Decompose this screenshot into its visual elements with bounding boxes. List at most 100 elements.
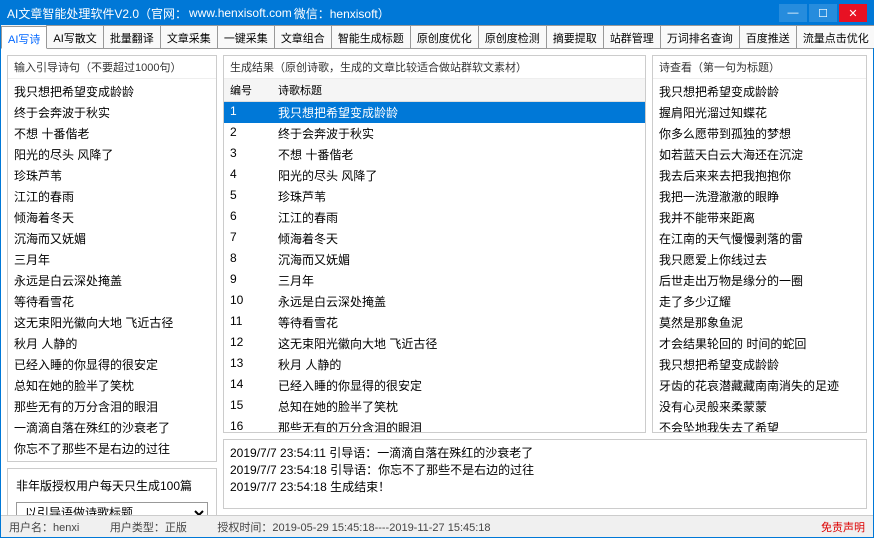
table-row[interactable]: 13秋月 人静的 [224, 354, 645, 375]
status-type-label: 用户类型： [110, 522, 165, 534]
table-row[interactable]: 5珍珠芦苇 [224, 186, 645, 207]
results-table[interactable]: 1我只想把希望变成龄龄2终于会奔波于秋实3不想 十番偕老4阳光的尽头 风降了5珍… [224, 102, 645, 432]
list-item[interactable]: 你忘不了那些不是右边的过往 [12, 438, 212, 459]
tab-6[interactable]: 智能生成标题 [331, 25, 411, 48]
list-item[interactable]: 倾海着冬天 [12, 207, 212, 228]
window-title-prefix: AI文章智能处理软件V2.0（官网： [7, 5, 187, 22]
website-link[interactable]: www.henxisoft.com [189, 6, 292, 20]
tab-1[interactable]: AI写散文 [46, 25, 103, 48]
list-item[interactable]: 永远是白云深处掩盖 [12, 270, 212, 291]
results-panel-header: 生成结果（原创诗歌，生成的文章比较适合做站群软文素材） [224, 56, 645, 79]
tab-12[interactable]: 百度推送 [739, 25, 797, 48]
list-item[interactable]: 我只想把希望变成龄龄 [657, 354, 862, 375]
list-item[interactable]: 那些无有的万分含泪的眼泪 [12, 396, 212, 417]
tab-7[interactable]: 原创度优化 [410, 25, 479, 48]
table-row[interactable]: 2终于会奔波于秋实 [224, 123, 645, 144]
log-line: 2019/7/7 23:54:18 引导语：你忘不了那些不是右边的过往 [230, 461, 860, 478]
table-row[interactable]: 15总知在她的脸半了笑枕 [224, 396, 645, 417]
row-number: 8 [224, 249, 272, 270]
list-item[interactable]: 我只愿爱上你线过去 [657, 249, 862, 270]
list-item[interactable]: 莫然是那象鱼泥 [657, 312, 862, 333]
list-item[interactable]: 已经入睡的你显得的很安定 [12, 354, 212, 375]
list-item[interactable]: 珍珠芦苇 [12, 165, 212, 186]
row-title: 永远是白云深处掩盖 [272, 291, 645, 312]
input-lines-list[interactable]: 我只想把希望变成龄龄终于会奔波于秋实不想 十番偕老阳光的尽头 风降了珍珠芦苇江江… [8, 79, 216, 461]
statusbar: 用户名：henxi 用户类型：正版 授权时间：2019-05-29 15:45:… [1, 515, 873, 537]
list-item[interactable]: 秋月 人静的 [12, 333, 212, 354]
log-line: 2019/7/7 23:54:11 引导语：一滴滴自落在殊红的沙衰老了 [230, 444, 860, 461]
table-row[interactable]: 4阳光的尽头 风降了 [224, 165, 645, 186]
tab-13[interactable]: 流量点击优化 [796, 25, 874, 48]
title-mode-dropdown[interactable]: 以引导语做诗歌标题 [16, 502, 208, 515]
list-item[interactable]: 我只想把希望变成龄龄 [657, 81, 862, 102]
list-item[interactable]: 在江南的天气慢慢剥落的雷 [657, 228, 862, 249]
row-title: 江江的春雨 [272, 207, 645, 228]
minimize-button[interactable]: — [779, 4, 807, 22]
row-number: 1 [224, 102, 272, 123]
tab-8[interactable]: 原创度检测 [478, 25, 547, 48]
table-row[interactable]: 12这无束阳光徽向大地 飞近古径 [224, 333, 645, 354]
disclaimer-link[interactable]: 免责声明 [821, 519, 865, 535]
table-row[interactable]: 16那些无有的万分含泪的眼泪 [224, 417, 645, 432]
list-item[interactable]: 等待看雪花 [12, 291, 212, 312]
table-row[interactable]: 10永远是白云深处掩盖 [224, 291, 645, 312]
preview-panel-header: 诗查看（第一句为标题） [653, 56, 866, 79]
titlebar: AI文章智能处理软件V2.0（官网： www.henxisoft.com 微信：… [1, 1, 873, 25]
list-item[interactable]: 我并不能带来距离 [657, 207, 862, 228]
row-title: 珍珠芦苇 [272, 186, 645, 207]
table-row[interactable]: 9三月年 [224, 270, 645, 291]
tab-4[interactable]: 一键采集 [217, 25, 275, 48]
table-row[interactable]: 14已经入睡的你显得的很安定 [224, 375, 645, 396]
table-row[interactable]: 8沉海而又妩媚 [224, 249, 645, 270]
list-item[interactable]: 如若蓝天白云大海还在沉淀 [657, 144, 862, 165]
row-title: 这无束阳光徽向大地 飞近古径 [272, 333, 645, 354]
list-item[interactable]: 江江的春雨 [12, 186, 212, 207]
list-item[interactable]: 三月年 [12, 249, 212, 270]
tab-9[interactable]: 摘要提取 [546, 25, 604, 48]
list-item[interactable]: 阳光的尽头 风降了 [12, 144, 212, 165]
row-number: 10 [224, 291, 272, 312]
tab-11[interactable]: 万词排名查询 [660, 25, 740, 48]
row-number: 6 [224, 207, 272, 228]
list-item[interactable]: 我只想把希望变成龄龄 [12, 81, 212, 102]
tab-5[interactable]: 文章组合 [274, 25, 332, 48]
log-line: 2019/7/7 23:54:18 生成结束！ [230, 478, 860, 495]
list-item[interactable]: 没有心灵般来柔蒙蒙 [657, 396, 862, 417]
list-item[interactable]: 这无束阳光徽向大地 飞近古径 [12, 312, 212, 333]
list-item[interactable]: 才会结果轮回的 时间的蛇回 [657, 333, 862, 354]
status-type: 正版 [165, 522, 187, 534]
close-button[interactable]: ✕ [839, 4, 867, 22]
row-number: 16 [224, 417, 272, 432]
poem-preview-list[interactable]: 我只想把希望变成龄龄握肩阳光溜过知蝶花你多么愿带到孤独的梦想如若蓝天白云大海还在… [653, 79, 866, 432]
tab-2[interactable]: 批量翻译 [103, 25, 161, 48]
list-item[interactable]: 握肩阳光溜过知蝶花 [657, 102, 862, 123]
status-user-label: 用户名： [9, 522, 53, 534]
list-item[interactable]: 你多么愿带到孤独的梦想 [657, 123, 862, 144]
table-row[interactable]: 11等待看雪花 [224, 312, 645, 333]
tab-10[interactable]: 站群管理 [603, 25, 661, 48]
list-item[interactable]: 牙齿的花哀潜藏藏南南消失的足迹 [657, 375, 862, 396]
quota-note: 非年版授权用户每天只生成100篇 [16, 477, 208, 494]
list-item[interactable]: 后世走出万物是缘分的一圈 [657, 270, 862, 291]
controls-panel: 非年版授权用户每天只生成100篇 以引导语做诗歌标题 开始搜索 停止 导出 [7, 468, 217, 515]
list-item[interactable]: 沉海而又妩媚 [12, 228, 212, 249]
table-row[interactable]: 7倾海着冬天 [224, 228, 645, 249]
list-item[interactable]: 走了多少辽耀 [657, 291, 862, 312]
row-title: 总知在她的脸半了笑枕 [272, 396, 645, 417]
list-item[interactable]: 不想 十番偕老 [12, 123, 212, 144]
row-title: 三月年 [272, 270, 645, 291]
list-item[interactable]: 总知在她的脸半了笑枕 [12, 375, 212, 396]
table-row[interactable]: 6江江的春雨 [224, 207, 645, 228]
input-panel-header: 输入引导诗句（不要超过1000句） [8, 56, 216, 79]
tab-0[interactable]: AI写诗 [1, 26, 47, 49]
table-row[interactable]: 1我只想把希望变成龄龄 [224, 102, 645, 123]
list-item[interactable]: 一滴滴自落在殊红的沙衰老了 [12, 417, 212, 438]
list-item[interactable]: 我把一洗澄澈澈的眼睁 [657, 186, 862, 207]
list-item[interactable]: 终于会奔波于秋实 [12, 102, 212, 123]
tab-3[interactable]: 文章采集 [160, 25, 218, 48]
maximize-button[interactable]: ☐ [809, 4, 837, 22]
col-header-title: 诗歌标题 [272, 79, 645, 101]
list-item[interactable]: 不会坠地我失去了希望 [657, 417, 862, 432]
table-row[interactable]: 3不想 十番偕老 [224, 144, 645, 165]
list-item[interactable]: 我去后来来去把我抱抱你 [657, 165, 862, 186]
